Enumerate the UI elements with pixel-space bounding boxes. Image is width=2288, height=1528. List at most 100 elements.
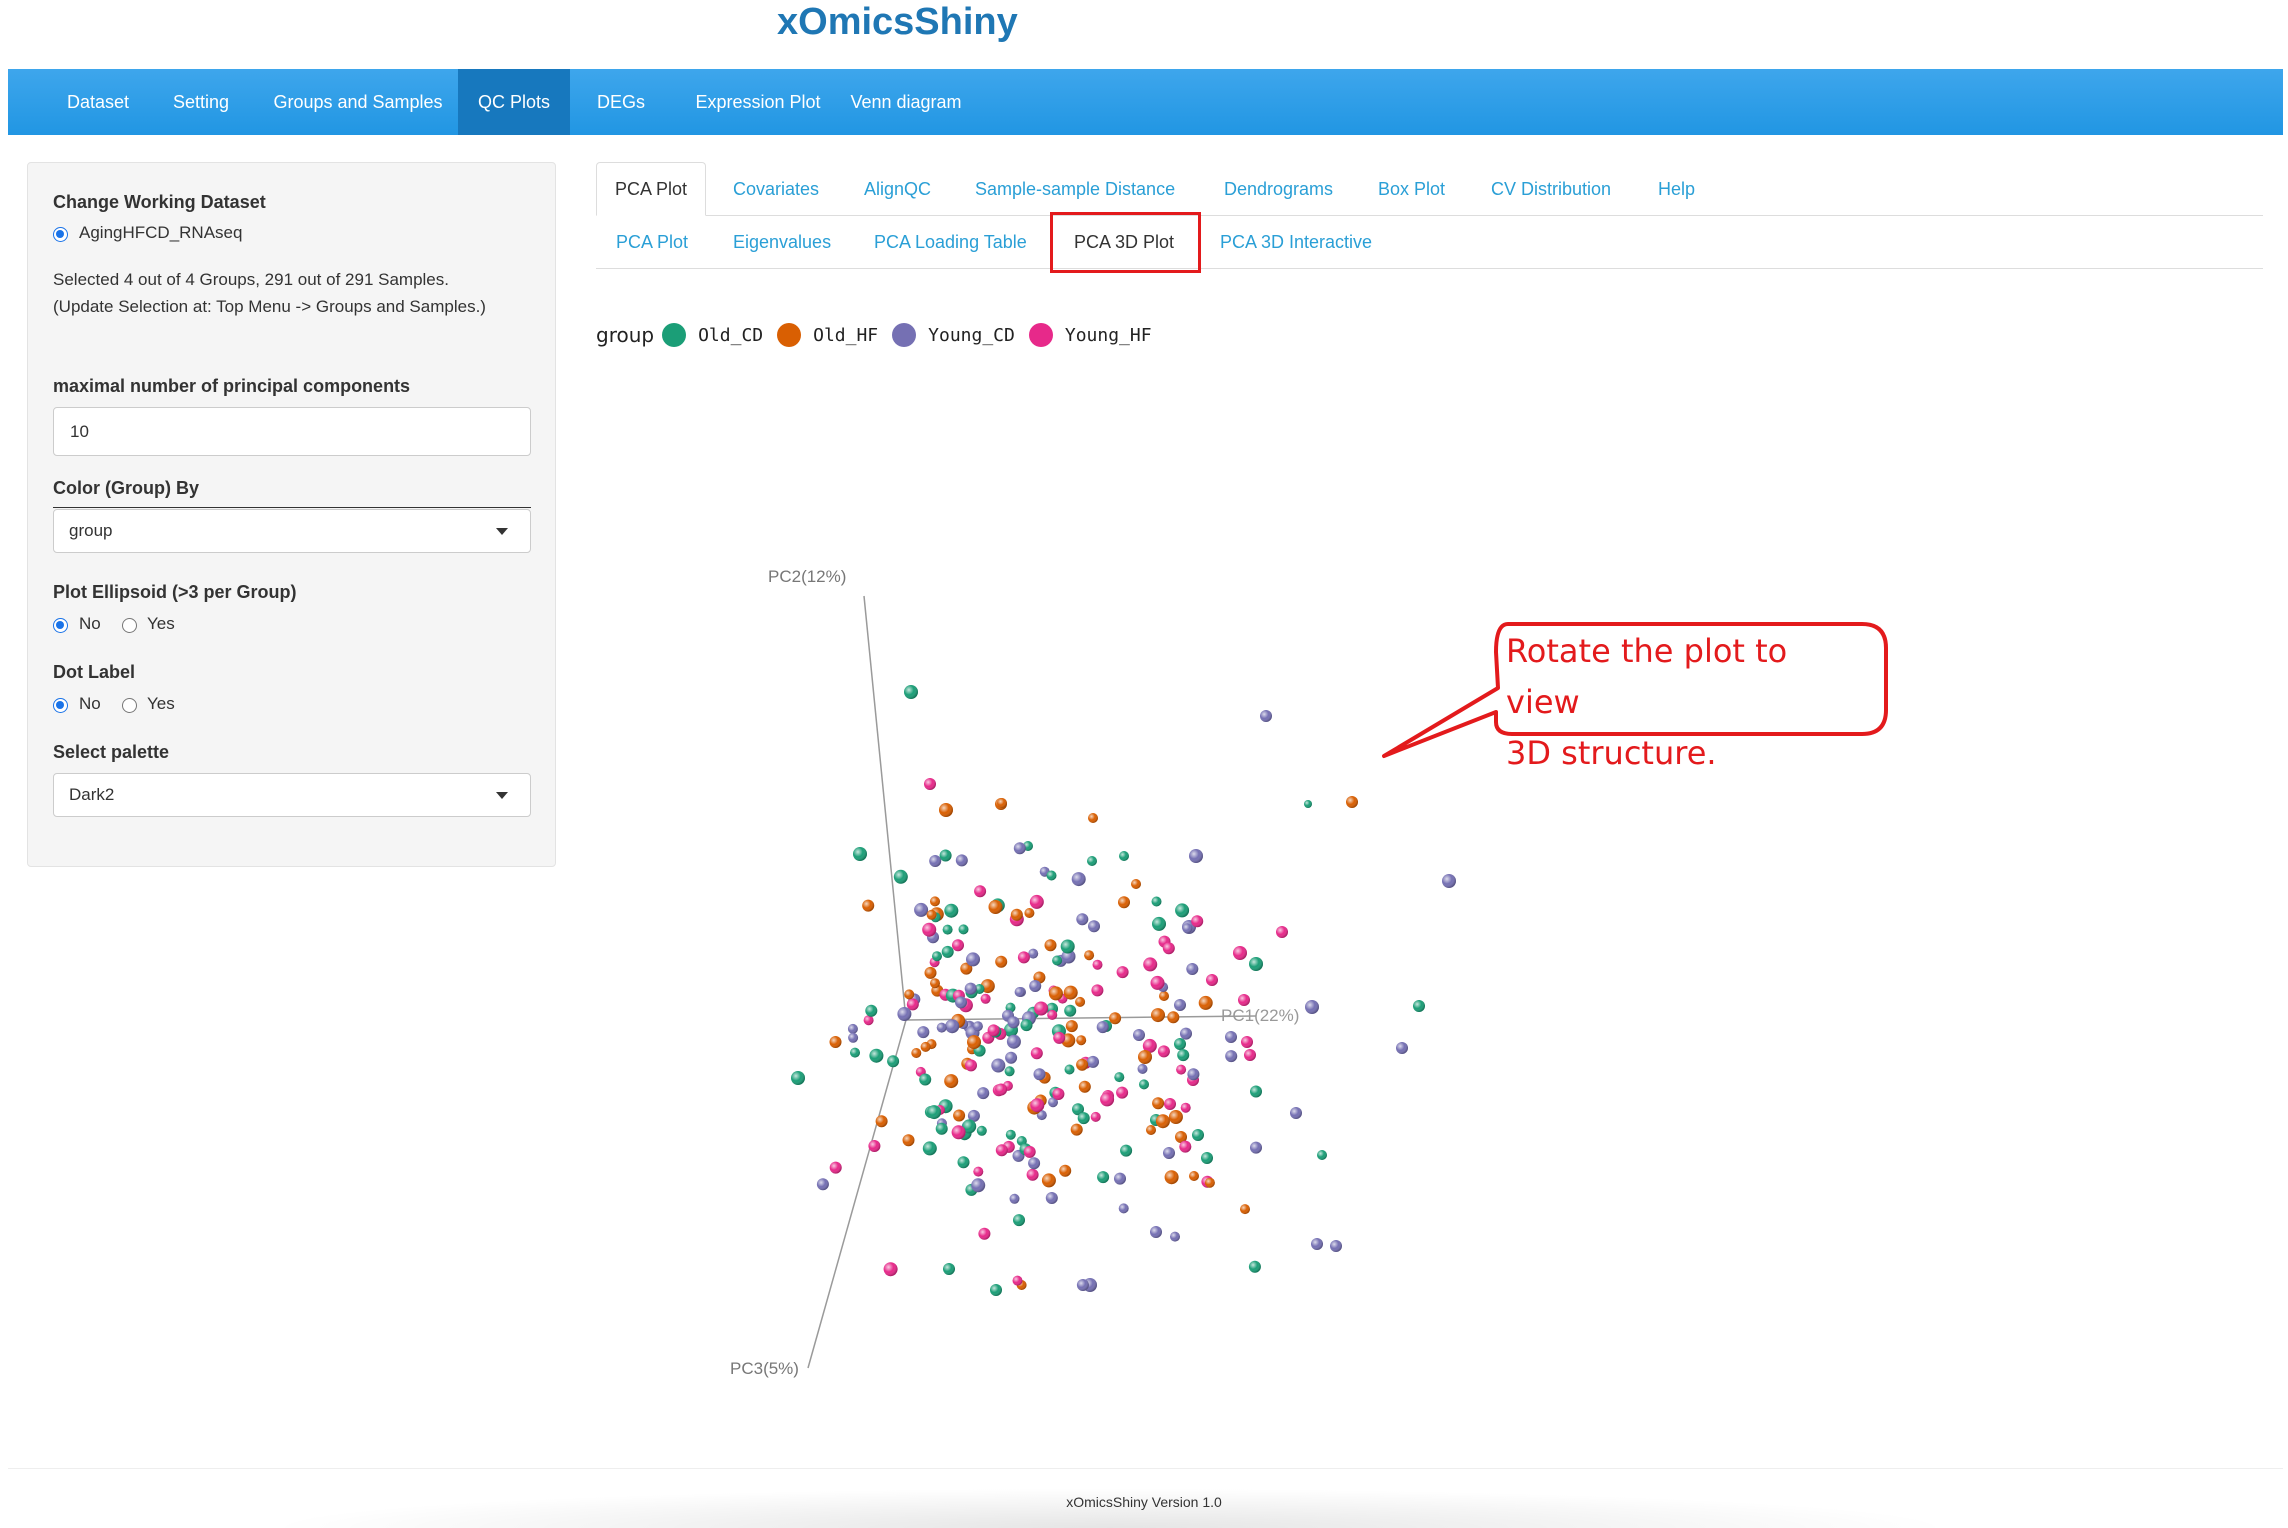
subtab-pca-loading-table[interactable]: PCA Loading Table <box>874 216 1027 269</box>
palette-select[interactable]: Dark2 <box>53 773 531 817</box>
pc2-axis-line <box>863 595 907 1021</box>
data-point-shade <box>1175 903 1190 918</box>
data-point-shade <box>1118 896 1130 909</box>
data-point-shade <box>1118 1203 1129 1214</box>
data-point-shade <box>1087 1055 1099 1068</box>
data-point-shade <box>955 854 968 867</box>
active-subtab-highlight <box>1050 212 1201 273</box>
data-point-shade <box>1100 1092 1115 1107</box>
data-point-shade <box>1182 923 1193 934</box>
data-point-shade <box>930 978 940 989</box>
data-point-shade <box>893 869 908 884</box>
data-point-shade <box>848 1032 859 1043</box>
dataset-radio[interactable] <box>53 227 68 242</box>
ellipsoid-yes-radio[interactable] <box>122 618 137 633</box>
data-point-shade <box>974 885 987 898</box>
data-point-shade <box>1024 908 1035 918</box>
data-point-shade <box>1045 1192 1058 1204</box>
data-point-shade <box>1090 1111 1101 1122</box>
data-point-shade <box>957 1156 970 1169</box>
legend-dot-old-hf <box>777 323 802 347</box>
tab-dendrograms[interactable]: Dendrograms <box>1224 162 1333 216</box>
nav-groups-and-samples[interactable]: Groups and Samples <box>252 69 464 135</box>
data-point-shade <box>1096 1021 1109 1034</box>
nav-degs[interactable]: DEGs <box>578 69 664 135</box>
dot-label-yes-radio[interactable] <box>122 698 137 713</box>
dot-label-heading: Dot Label <box>53 662 136 682</box>
pc3-axis-label: PC3(5%) <box>730 1359 799 1378</box>
data-point-shade <box>1076 913 1089 926</box>
pca-3d-plot[interactable]: PC2(12%) PC1(22%) PC3(5%) <box>596 380 1996 1400</box>
data-point-shade <box>1157 1045 1170 1058</box>
subtab-eigenvalues[interactable]: Eigenvalues <box>733 216 831 269</box>
data-point-shade <box>911 1048 922 1058</box>
data-point-shade <box>1013 842 1026 855</box>
data-point-shade <box>1087 856 1097 866</box>
data-point-shade <box>1250 1141 1262 1154</box>
data-point-shade <box>1260 710 1272 722</box>
data-point-shade <box>1225 1050 1238 1063</box>
pc2-axis-label: PC2(12%) <box>768 567 846 586</box>
nav-qc-plots[interactable]: QC Plots <box>458 69 570 135</box>
app-title: xOmicsShiny <box>777 1 1018 43</box>
chevron-down-icon <box>496 792 508 799</box>
tab-cv-distribution[interactable]: CV Distribution <box>1491 162 1611 216</box>
data-point-shade <box>1186 963 1199 975</box>
data-point-shade <box>1146 1125 1156 1135</box>
data-point-shade <box>1092 959 1103 970</box>
callout-line-1: Rotate the plot to view <box>1506 632 1788 721</box>
subtab-pca-3d-interactive[interactable]: PCA 3D Interactive <box>1220 216 1372 269</box>
dot-label-no-label: No <box>79 694 101 713</box>
pc-label: maximal number of principal components <box>53 376 411 396</box>
data-point-shade <box>1164 1170 1179 1185</box>
data-point-shade <box>1133 1029 1145 1041</box>
data-point-shade <box>991 1058 1006 1073</box>
nav-setting[interactable]: Setting <box>158 69 244 135</box>
tab-sample-sample-distance[interactable]: Sample-sample Distance <box>975 162 1175 216</box>
data-point-shade <box>976 1125 987 1136</box>
dot-label-no-radio[interactable] <box>53 698 68 713</box>
data-point-shade <box>1179 1140 1192 1153</box>
data-point-shade <box>1163 1147 1175 1159</box>
data-point-shade <box>1189 1171 1199 1181</box>
data-point-shade <box>1137 1063 1148 1074</box>
data-point-shade <box>1159 991 1169 1001</box>
data-point-shade <box>1020 1019 1033 1032</box>
data-point-shade <box>1084 950 1095 961</box>
data-point-shade <box>1346 796 1358 808</box>
data-point-shade <box>1413 1000 1425 1012</box>
data-point-shade <box>1033 1068 1046 1081</box>
tab-alignqc[interactable]: AlignQC <box>864 162 931 216</box>
legend-label-young-cd: Young_CD <box>928 324 1015 346</box>
callout-line-2: 3D structure. <box>1506 734 1717 772</box>
data-point-shade <box>1007 1016 1020 1029</box>
data-point-shade <box>1151 1008 1165 1023</box>
data-point-shade <box>1047 1009 1058 1020</box>
nav-expression-plot[interactable]: Expression Plot <box>672 69 844 135</box>
data-point-shade <box>995 955 1008 968</box>
data-point-shade <box>1005 1051 1018 1064</box>
legend-label-young-hf: Young_HF <box>1064 324 1152 346</box>
data-point-shade <box>1244 1049 1256 1061</box>
pc-number-input[interactable]: 10 <box>53 407 531 456</box>
data-point-shade <box>1204 1177 1215 1188</box>
sub-tabs: PCA Plot Eigenvalues PCA Loading Table P… <box>596 216 2263 269</box>
data-point-shade <box>869 1048 884 1063</box>
footer-version: xOmicsShiny Version 1.0 <box>1066 1494 1222 1510</box>
color-by-select[interactable]: group <box>53 509 531 553</box>
tab-covariates[interactable]: Covariates <box>733 162 819 216</box>
data-point-shade <box>1076 1035 1087 1046</box>
tab-pca-plot[interactable]: PCA Plot <box>596 162 707 216</box>
data-point-shade <box>926 909 937 920</box>
data-point-shade <box>1063 985 1078 1000</box>
nav-venn-diagram[interactable]: Venn diagram <box>838 69 974 135</box>
data-point-shade <box>973 1166 984 1177</box>
data-point-shade <box>927 1105 942 1120</box>
data-point-shade <box>1317 1150 1327 1160</box>
subtab-pca-plot[interactable]: PCA Plot <box>616 216 688 269</box>
ellipsoid-no-radio[interactable] <box>53 618 68 633</box>
data-point-shade <box>1120 1144 1133 1157</box>
tab-box-plot[interactable]: Box Plot <box>1378 162 1445 216</box>
tab-help[interactable]: Help <box>1658 162 1695 216</box>
data-point-shade <box>1248 1260 1261 1273</box>
